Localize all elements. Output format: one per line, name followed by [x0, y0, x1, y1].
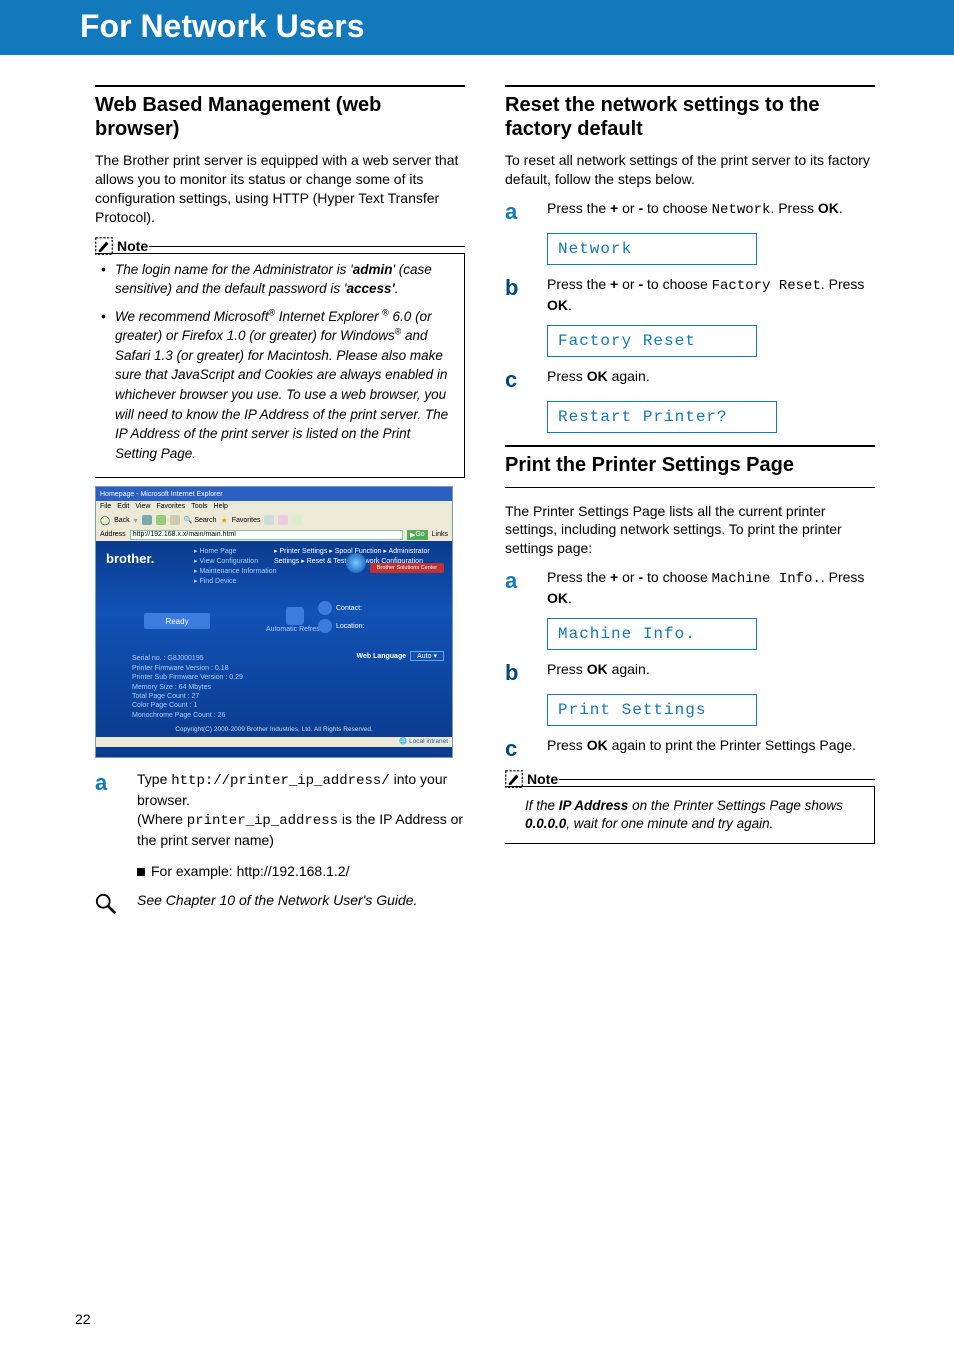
lcd-print-settings: Print Settings	[547, 694, 757, 726]
pencil-note-icon	[505, 770, 523, 788]
step-letter-a: a	[505, 568, 529, 592]
intro-text: The Brother print server is equipped wit…	[95, 151, 465, 227]
section-rule	[505, 445, 875, 447]
browser-screenshot: Homepage - Microsoft Internet Explorer F…	[95, 486, 453, 758]
contact-location: Contact: Location:	[318, 601, 364, 637]
stop-icon	[142, 515, 152, 525]
note-bullet-2: We recommend Microsoft® Internet Explore…	[115, 307, 456, 464]
print-step-a: a Press the + or - to choose Machine Inf…	[505, 568, 875, 608]
section-rule	[505, 85, 875, 87]
square-bullet-icon	[137, 868, 145, 876]
ready-status: Ready	[144, 613, 210, 629]
solutions-center-button: Brother Solutions Center	[370, 563, 444, 573]
reset-step-a-text: Press the + or - to choose Network. Pres…	[547, 199, 875, 220]
note-bullet-list: The login name for the Administrator is …	[95, 260, 456, 464]
step-letter-c: c	[505, 736, 529, 760]
note-label: Note	[117, 238, 148, 254]
history-icon	[264, 515, 274, 525]
ss-toolbar: ◯Back ▾ 🔍 Search ★Favorites	[96, 512, 452, 528]
lcd-machine-info: Machine Info.	[547, 618, 757, 650]
reset-step-a: a Press the + or - to choose Network. Pr…	[505, 199, 875, 223]
magnifier-icon	[95, 891, 119, 920]
page-header: For Network Users	[0, 0, 954, 55]
heading-print-settings: Print the Printer Settings Page	[505, 453, 875, 477]
print-step-b-text: Press OK again.	[547, 660, 875, 679]
back-icon: ◯	[100, 515, 110, 526]
step-a-text: Type http://printer_ip_address/ into you…	[137, 770, 465, 880]
left-column: Web Based Management (web browser) The B…	[95, 85, 465, 920]
printer-stats: Serial no. : G8J000195 Printer Firmware …	[132, 654, 243, 720]
step-a: a Type http://printer_ip_address/ into y…	[95, 770, 465, 880]
thin-rule	[505, 487, 875, 488]
print-icon	[292, 515, 302, 525]
auto-refresh: Automatic Refresh	[266, 607, 324, 633]
mail-icon	[278, 515, 288, 525]
ss-statusbar: 🌐 Local intranet	[96, 737, 452, 747]
note-rule	[559, 779, 875, 780]
globe-icon	[346, 553, 366, 573]
location-icon	[318, 619, 332, 633]
heading-web-management: Web Based Management (web browser)	[95, 93, 465, 141]
contact-icon	[318, 601, 332, 615]
lcd-network: Network	[547, 233, 757, 265]
step-letter-c: c	[505, 367, 529, 391]
step-letter-b: b	[505, 660, 529, 684]
section-rule	[95, 85, 465, 87]
ss-content: brother. ▸ Home Page ▸ View Configuratio…	[96, 541, 452, 747]
reset-step-b: b Press the + or - to choose Factory Res…	[505, 275, 875, 315]
step-letter-a: a	[95, 770, 119, 794]
see-reference: See Chapter 10 of the Network User's Gui…	[95, 891, 465, 920]
ss-titlebar: Homepage - Microsoft Internet Explorer	[96, 487, 452, 501]
web-language: Web Language Auto ▾	[356, 651, 444, 661]
step-letter-b: b	[505, 275, 529, 299]
note-box: The login name for the Administrator is …	[95, 253, 465, 479]
lcd-restart-printer: Restart Printer?	[547, 401, 777, 433]
ss-menubar: FileEditViewFavoritesToolsHelp	[96, 501, 452, 512]
reset-step-b-text: Press the + or - to choose Factory Reset…	[547, 275, 875, 315]
step-letter-a: a	[505, 199, 529, 223]
print-step-c-text: Press OK again to print the Printer Sett…	[547, 736, 875, 755]
print-step-b: b Press OK again.	[505, 660, 875, 684]
home-icon	[170, 515, 180, 525]
pencil-note-icon	[95, 237, 113, 255]
brother-logo: brother.	[106, 551, 154, 566]
reset-step-c: c Press OK again.	[505, 367, 875, 391]
note-rule	[149, 246, 465, 247]
print-settings-intro: The Printer Settings Page lists all the …	[505, 502, 875, 559]
note-bullet-1: The login name for the Administrator is …	[115, 260, 456, 299]
page-body: Web Based Management (web browser) The B…	[0, 55, 954, 920]
right-column: Reset the network settings to the factor…	[505, 85, 875, 920]
note2-box: If the IP Address on the Printer Setting…	[505, 786, 875, 844]
note2-label: Note	[527, 771, 558, 787]
page-number: 22	[75, 1311, 91, 1327]
reset-intro: To reset all network settings of the pri…	[505, 151, 875, 189]
see-text: See Chapter 10 of the Network User's Gui…	[137, 891, 417, 909]
print-step-c: c Press OK again to print the Printer Se…	[505, 736, 875, 760]
copyright: Copyright(C) 2000-2009 Brother Industrie…	[96, 726, 452, 733]
ss-addressbar: Address http://192.168.x.x/main/main.htm…	[96, 528, 452, 541]
reset-step-c-text: Press OK again.	[547, 367, 875, 386]
ss-link-col1: ▸ Home Page ▸ View Configuration ▸ Maint…	[194, 547, 277, 586]
print-step-a-text: Press the + or - to choose Machine Info.…	[547, 568, 875, 608]
lcd-factory-reset: Factory Reset	[547, 325, 757, 357]
refresh-icon	[156, 515, 166, 525]
heading-reset-network: Reset the network settings to the factor…	[505, 93, 875, 141]
